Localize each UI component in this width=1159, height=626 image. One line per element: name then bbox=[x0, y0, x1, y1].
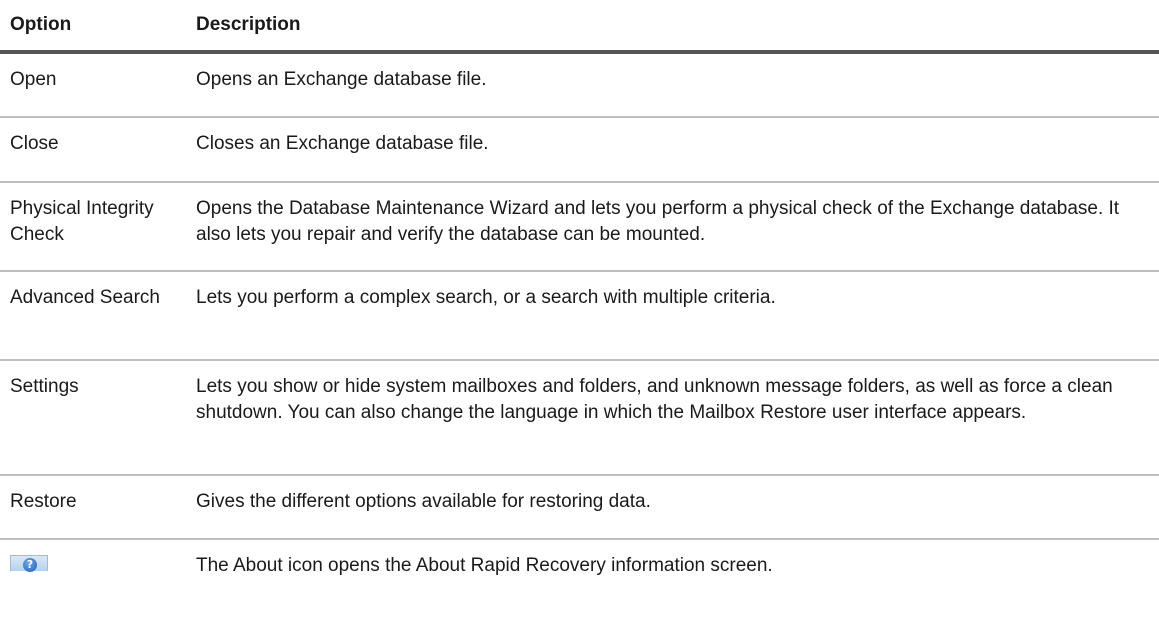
question-mark-glyph: ? bbox=[23, 558, 37, 572]
table-row: Advanced Search Lets you perform a compl… bbox=[0, 272, 1159, 361]
option-cell: Close bbox=[10, 133, 59, 154]
option-cell: Open bbox=[10, 69, 57, 90]
option-cell: ? bbox=[0, 540, 196, 579]
option-cell: Restore bbox=[10, 491, 77, 512]
description-cell: The About icon opens the About Rapid Rec… bbox=[196, 555, 773, 576]
description-cell: Opens the Database Maintenance Wizard an… bbox=[196, 198, 1120, 245]
option-cell: Advanced Search bbox=[10, 287, 160, 308]
table-row: Close Closes an Exchange database file. bbox=[0, 118, 1159, 183]
description-cell: Gives the different options available fo… bbox=[196, 491, 651, 512]
table-row: Physical Integrity Check Opens the Datab… bbox=[0, 183, 1159, 272]
option-cell: Settings bbox=[10, 376, 79, 397]
options-table: Option Description Open Opens an Exchang… bbox=[0, 0, 1159, 626]
table-row: Open Opens an Exchange database file. bbox=[0, 54, 1159, 118]
table-row: Settings Lets you show or hide system ma… bbox=[0, 361, 1159, 476]
table-header: Option Description bbox=[0, 0, 1159, 54]
option-cell: Physical Integrity Check bbox=[10, 198, 154, 245]
table-row: ? The About icon opens the About Rapid R… bbox=[0, 540, 1159, 626]
header-option: Option bbox=[10, 14, 72, 35]
table-row: Restore Gives the different options avai… bbox=[0, 476, 1159, 540]
description-cell: Opens an Exchange database file. bbox=[196, 69, 487, 90]
header-description: Description bbox=[196, 14, 301, 35]
help-question-icon: ? bbox=[10, 555, 48, 572]
description-cell: Lets you perform a complex search, or a … bbox=[196, 287, 776, 308]
description-cell: Lets you show or hide system mailboxes a… bbox=[196, 376, 1113, 423]
description-cell: Closes an Exchange database file. bbox=[196, 133, 489, 154]
